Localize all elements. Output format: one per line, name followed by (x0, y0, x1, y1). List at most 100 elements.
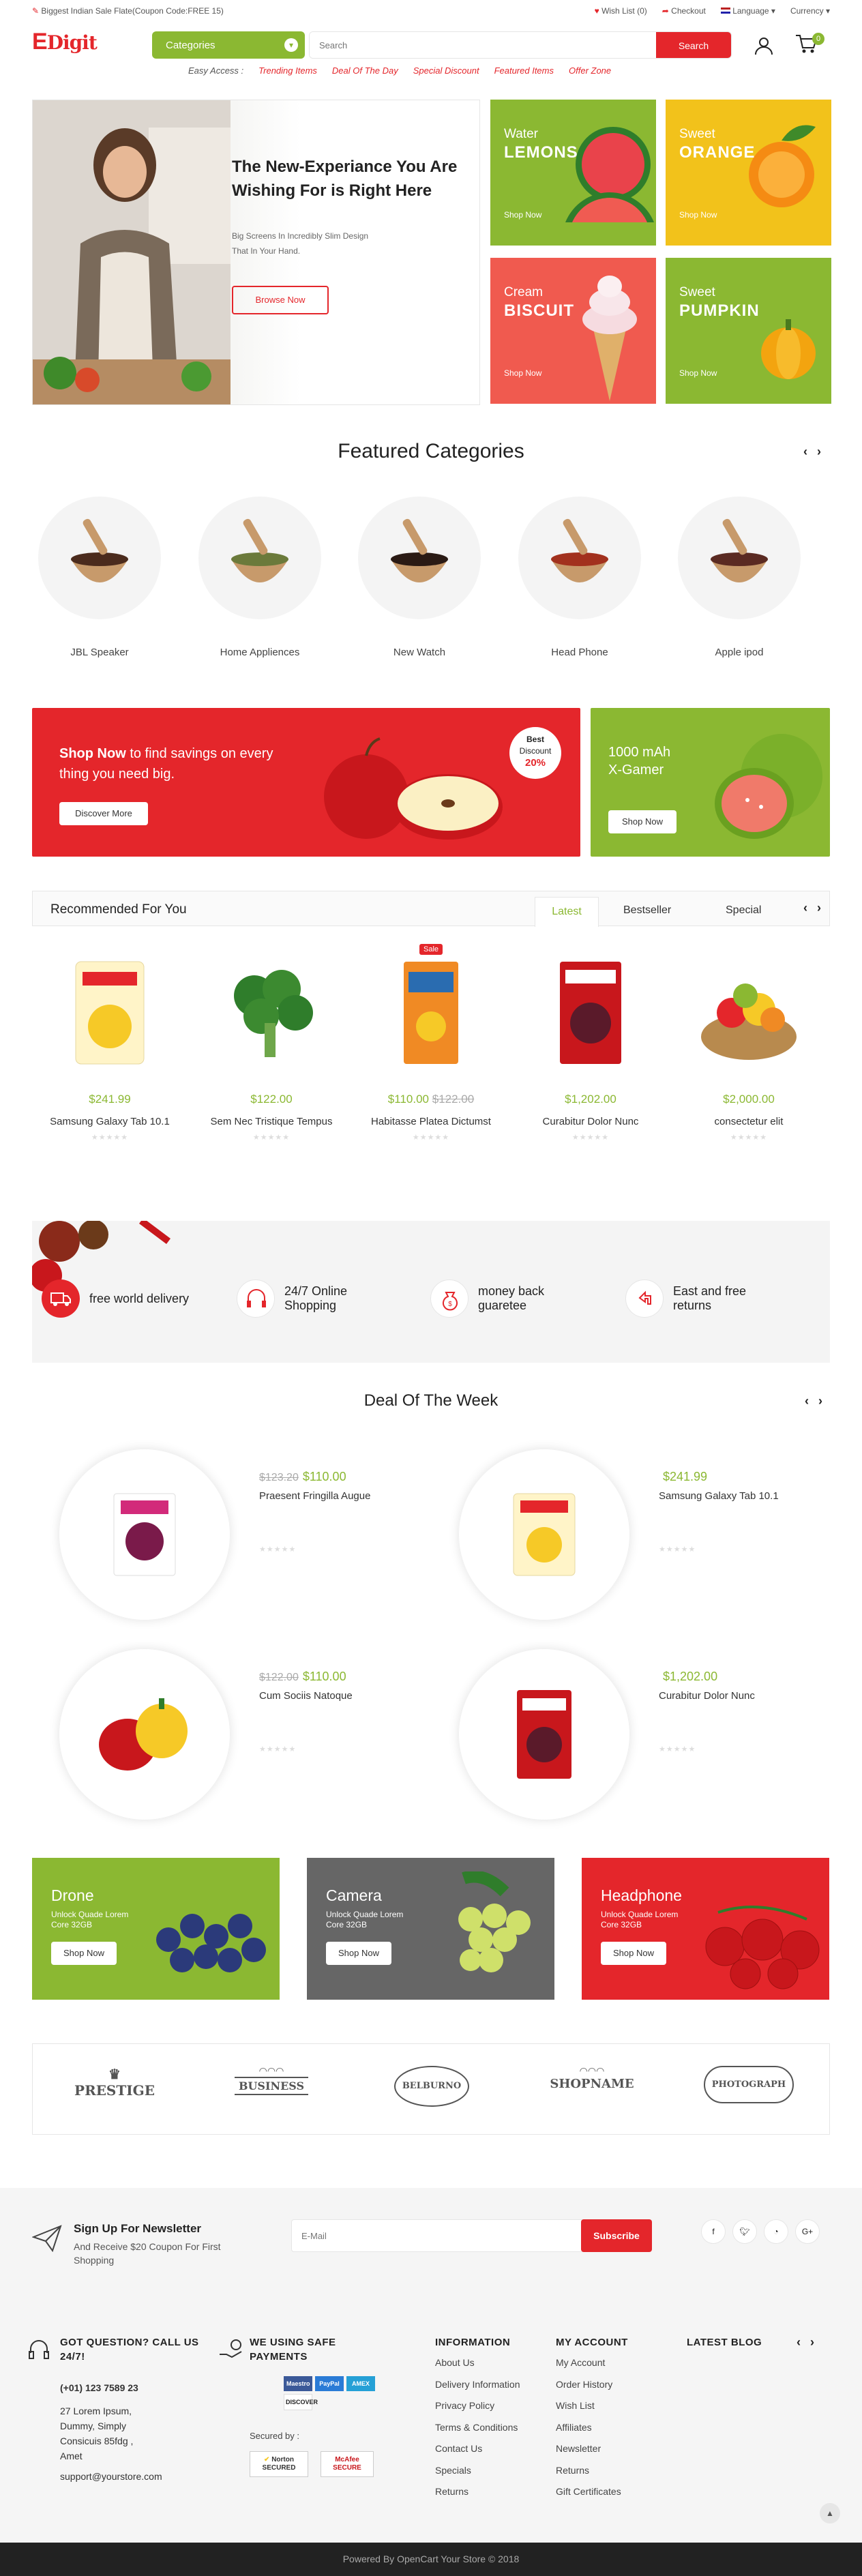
category-item[interactable]: Home Appliences (198, 497, 321, 658)
product-card[interactable]: Sale $110.00 $122.00 Habitasse Platea Di… (366, 944, 496, 1142)
footer-link[interactable]: About Us (435, 2352, 520, 2374)
search-button[interactable]: Search (656, 32, 731, 58)
discover-more-button[interactable]: Discover More (59, 802, 148, 825)
product-card[interactable]: $241.99 Samsung Galaxy Tab 10.1 ★★★★★ (45, 948, 175, 1142)
shop-now-link[interactable]: Shop Now (679, 368, 717, 378)
footer-link[interactable]: Specials (435, 2460, 520, 2482)
cart-button[interactable]: 0 (794, 33, 824, 57)
banner-x-gamer[interactable]: 1000 mAh X-Gamer Shop Now (591, 708, 830, 857)
product-image (526, 948, 655, 1078)
footer-link[interactable]: Contact Us (435, 2438, 520, 2460)
prev-arrow-icon[interactable]: ‹ (803, 445, 807, 459)
next-arrow-icon[interactable]: › (818, 1394, 822, 1408)
banner-sweet-orange[interactable]: Sweet ORANGE Shop Now (666, 100, 831, 246)
paypal-icon: PayPal (315, 2376, 344, 2391)
headset-icon (237, 1279, 275, 1318)
tab-bestseller[interactable]: Bestseller (623, 904, 671, 917)
footer-link[interactable]: Gift Certificates (556, 2481, 628, 2503)
wishlist-link[interactable]: ♥ Wish List (0) (595, 6, 647, 16)
categories-dropdown[interactable]: Categories ▾ (152, 31, 305, 59)
easy-access-bar: Easy Access : Trending Items Deal Of The… (0, 65, 862, 80)
banner-discount[interactable]: Shop Now to find savings on every thing … (32, 708, 580, 857)
footer-link[interactable]: Newsletter (556, 2438, 628, 2460)
next-arrow-icon[interactable]: › (817, 901, 821, 915)
facebook-icon[interactable]: f (701, 2219, 726, 2244)
prev-arrow-icon[interactable]: ‹ (803, 901, 807, 915)
category-item[interactable]: Head Phone (518, 497, 641, 658)
deal-card[interactable]: $1,202.00 Curabitur Dolor Nunc ★★★★★ (432, 1649, 827, 1826)
shop-now-link[interactable]: Shop Now (679, 210, 717, 220)
banner-camera[interactable]: Camera Unlock Quade Lorem Core 32GB Shop … (307, 1858, 554, 2000)
google-plus-icon[interactable]: G+ (795, 2219, 820, 2244)
service-free-delivery: free world delivery (42, 1279, 189, 1318)
logo[interactable]: EDigit (32, 29, 98, 55)
banner-water-lemons[interactable]: Water LEMONS Shop Now (490, 100, 656, 246)
easy-access-label: Easy Access : (188, 65, 244, 76)
checkout-link[interactable]: ➦ Checkout (662, 6, 706, 16)
deal-card[interactable]: $123.20 $110.00 Praesent Fringilla Augue … (32, 1449, 428, 1627)
next-arrow-icon[interactable]: › (817, 445, 821, 459)
twitter-icon[interactable]: 🐦︎ (732, 2219, 757, 2244)
deal-card[interactable]: $122.00 $110.00 Cum Sociis Natoque ★★★★★ (32, 1649, 428, 1826)
subscribe-button[interactable]: Subscribe (581, 2219, 652, 2252)
category-item[interactable]: JBL Speaker (38, 497, 161, 658)
brand-logo[interactable]: ◠◠◠ BUSINESS (224, 2066, 319, 2109)
rating-stars-icon: ★★★★★ (252, 1134, 291, 1142)
language-dropdown[interactable]: Language ▾ (720, 6, 775, 16)
footer-link[interactable]: Order History (556, 2374, 628, 2396)
footer-link[interactable]: Affiliates (556, 2417, 628, 2439)
scroll-to-top-button[interactable]: ▲ (820, 2503, 840, 2523)
deal-card[interactable]: $241.99 Samsung Galaxy Tab 10.1 ★★★★★ (432, 1449, 827, 1627)
shop-now-link[interactable]: Shop Now (504, 368, 541, 378)
product-image (366, 948, 496, 1078)
newsletter-email-input[interactable] (291, 2219, 584, 2252)
footer-link[interactable]: Terms & Conditions (435, 2417, 520, 2439)
brand-logo[interactable]: PHOTOGRAPH (701, 2066, 797, 2109)
category-item[interactable]: New Watch (358, 497, 481, 658)
rss-icon[interactable]: ◔ (764, 2219, 788, 2244)
footer-link[interactable]: My Account (556, 2352, 628, 2374)
shop-now-button[interactable]: Shop Now (51, 1942, 117, 1965)
shop-now-button[interactable]: Shop Now (608, 810, 677, 833)
product-card[interactable]: $1,202.00 Curabitur Dolor Nunc ★★★★★ (526, 948, 655, 1142)
footer-link[interactable]: Privacy Policy (435, 2395, 520, 2417)
product-card[interactable]: $122.00 Sem Nec Tristique Tempus ★★★★★ (207, 948, 336, 1142)
product-card[interactable]: $2,000.00 consectetur elit ★★★★★ (684, 948, 814, 1142)
easy-access-link[interactable]: Offer Zone (569, 65, 611, 76)
brand-logo[interactable]: BELBURNO (384, 2066, 479, 2109)
banner-sweet-pumpkin[interactable]: Sweet PUMPKIN Shop Now (666, 258, 831, 404)
tab-special[interactable]: Special (726, 904, 761, 917)
search-input[interactable] (310, 32, 664, 58)
banner-drone[interactable]: Drone Unlock Quade Lorem Core 32GB Shop N… (32, 1858, 280, 2000)
shop-now-button[interactable]: Shop Now (601, 1942, 666, 1965)
easy-access-link[interactable]: Deal Of The Day (332, 65, 398, 76)
payment-methods: Maestro PayPal AMEX DISCOVER (284, 2376, 386, 2410)
brand-logo[interactable]: ♛ PRESTIGE (67, 2066, 162, 2109)
shop-now-link[interactable]: Shop Now (504, 210, 541, 220)
ice-cream-image (582, 276, 637, 401)
support-email[interactable]: support@yourstore.com (60, 2469, 162, 2484)
user-icon[interactable] (754, 35, 774, 56)
easy-access-link[interactable]: Featured Items (494, 65, 554, 76)
currency-dropdown[interactable]: Currency ▾ (790, 6, 830, 16)
shop-now-button[interactable]: Shop Now (326, 1942, 391, 1965)
banner-cream-biscuit[interactable]: Cream BISCUIT Shop Now (490, 258, 656, 404)
banner-headphone[interactable]: Headphone Unlock Quade Lorem Core 32GB Sh… (582, 1858, 829, 2000)
footer-link[interactable]: Wish List (556, 2395, 628, 2417)
hero-woman-image (33, 100, 231, 404)
service-money-back: $ money back guaretee (430, 1279, 544, 1318)
easy-access-link[interactable]: Trending Items (258, 65, 317, 76)
browse-now-button[interactable]: Browse Now (232, 286, 329, 314)
prev-arrow-icon[interactable]: ‹ (805, 1394, 809, 1408)
footer-link[interactable]: Delivery Information (435, 2374, 520, 2396)
tab-latest[interactable]: Latest (535, 897, 599, 927)
footer-link[interactable]: Returns (556, 2460, 628, 2482)
footer-link[interactable]: Returns (435, 2481, 520, 2503)
brand-logo[interactable]: ◠◠◠ SHOPNAME (544, 2066, 640, 2109)
discover-icon: DISCOVER (284, 2394, 318, 2410)
prev-arrow-icon[interactable]: ‹ (797, 2335, 801, 2350)
category-item[interactable]: Apple ipod (678, 497, 801, 658)
return-icon (625, 1279, 664, 1318)
easy-access-link[interactable]: Special Discount (413, 65, 479, 76)
next-arrow-icon[interactable]: › (810, 2335, 814, 2350)
